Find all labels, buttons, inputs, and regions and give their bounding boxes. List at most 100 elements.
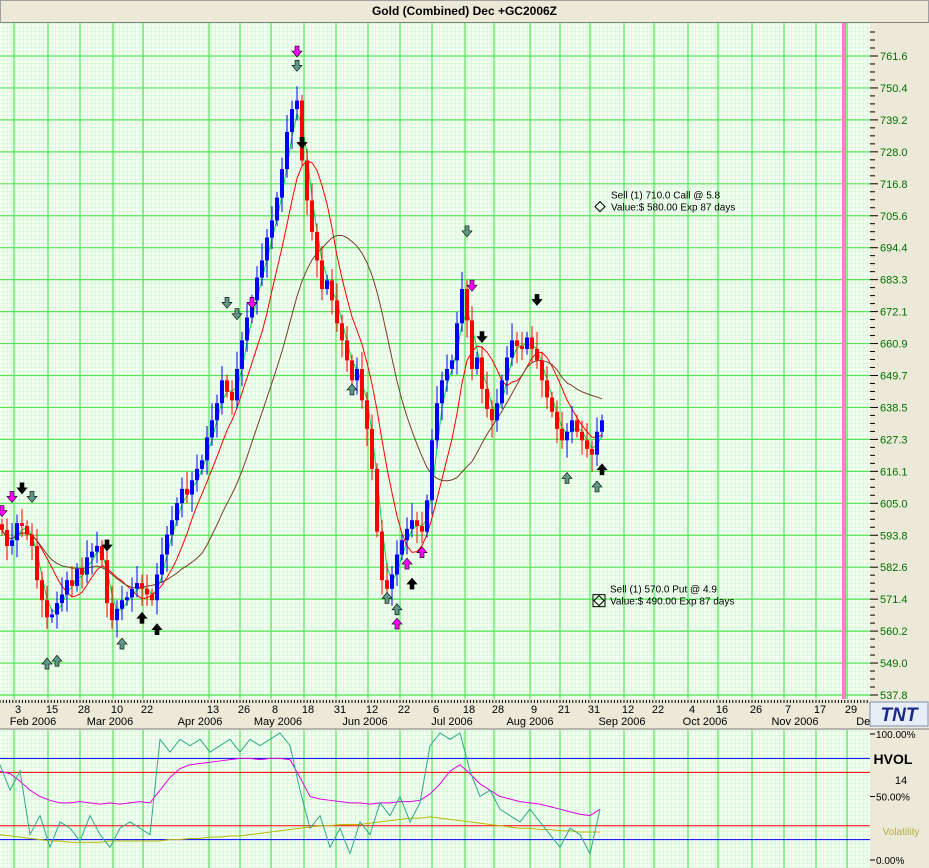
candle-body xyxy=(85,557,89,575)
candle-body xyxy=(300,100,304,161)
candle-body xyxy=(380,531,384,581)
x-day-label: 18 xyxy=(463,704,475,716)
candle-body xyxy=(45,600,49,618)
candle-body xyxy=(170,520,174,535)
x-day-label: 31 xyxy=(588,704,600,716)
candle-body xyxy=(20,523,24,526)
candle-body xyxy=(480,357,484,389)
y-tick-label: 549.0 xyxy=(880,658,908,670)
candle-body xyxy=(435,403,439,441)
candle-body xyxy=(530,337,534,349)
candle-body xyxy=(25,525,29,535)
candle-body xyxy=(600,420,604,432)
annotation-line1: Sell (1) 710.0 Call @ 5.8 xyxy=(611,191,721,202)
candle-body xyxy=(65,580,69,595)
candle-body xyxy=(90,551,94,558)
candle-body xyxy=(275,197,279,221)
candle-body xyxy=(160,554,164,575)
candle-body xyxy=(105,560,109,604)
candle-body xyxy=(400,540,404,555)
candle-body xyxy=(450,360,454,369)
candle-body xyxy=(315,231,319,261)
candle-body xyxy=(80,568,84,575)
y-tick-label: 627.3 xyxy=(880,434,908,446)
candle-body xyxy=(415,520,419,526)
candle-body xyxy=(560,428,564,441)
candle-body xyxy=(495,403,499,421)
candle-body xyxy=(180,488,184,504)
candle-body xyxy=(460,288,464,324)
svg-text:TNT: TNT xyxy=(881,705,919,726)
candle-body xyxy=(155,574,159,601)
candle-body xyxy=(410,520,414,529)
x-day-label: 13 xyxy=(207,704,219,716)
candle-body xyxy=(470,320,474,369)
y-tick-label: 750.4 xyxy=(880,83,908,95)
candle-body xyxy=(360,368,364,401)
candle-body xyxy=(570,420,574,432)
candle-body xyxy=(395,554,399,575)
x-day-label: 26 xyxy=(750,704,762,716)
candle-body xyxy=(270,220,274,238)
candle-body xyxy=(150,594,154,601)
candle-body xyxy=(485,388,489,409)
candle-body xyxy=(235,368,239,401)
candle-body xyxy=(540,360,544,381)
x-day-label: 22 xyxy=(398,704,410,716)
x-month-label: Mar 2006 xyxy=(87,716,133,728)
x-day-label: 12 xyxy=(366,704,378,716)
y-tick-label: 660.9 xyxy=(880,339,908,351)
candle-body xyxy=(200,460,204,469)
x-day-label: 17 xyxy=(814,704,826,716)
candle-body xyxy=(445,368,449,381)
candle-body xyxy=(135,583,139,589)
candle-body xyxy=(310,200,314,232)
candle-body xyxy=(510,340,514,358)
candle-body xyxy=(440,380,444,404)
x-day-label: 4 xyxy=(689,704,695,716)
y-tick-label: 739.2 xyxy=(880,115,908,127)
candle-body xyxy=(550,397,554,412)
candle-body xyxy=(50,614,54,618)
x-month-label: Sep 2006 xyxy=(598,716,645,728)
candle-body xyxy=(205,437,209,461)
candle-body xyxy=(280,169,284,198)
candle-body xyxy=(455,323,459,361)
candle-body xyxy=(420,525,424,532)
candle-body xyxy=(120,600,124,609)
y-tick-label: 582.6 xyxy=(880,562,908,574)
candle-body xyxy=(130,588,134,598)
candle-body xyxy=(505,357,509,381)
candle-body xyxy=(525,337,529,349)
x-day-label: 3 xyxy=(15,704,21,716)
indicator-tick-label: 0.00% xyxy=(876,856,904,867)
x-day-label: 22 xyxy=(141,704,153,716)
y-tick-label: 616.1 xyxy=(880,466,908,478)
candle-body xyxy=(60,594,64,604)
candle-body xyxy=(35,545,39,581)
candle-body xyxy=(175,503,179,521)
candle-body xyxy=(70,580,74,586)
candle-body xyxy=(355,368,359,381)
candle-body xyxy=(520,346,524,349)
x-month-label: Jul 2006 xyxy=(431,716,473,728)
candle-body xyxy=(230,391,234,401)
x-month-label: Feb 2006 xyxy=(10,716,56,728)
candle-body xyxy=(10,540,14,546)
candle-body xyxy=(265,237,269,261)
candle-body xyxy=(210,420,214,438)
candle-body xyxy=(285,131,289,170)
candle-body xyxy=(330,280,334,301)
candle-body xyxy=(335,300,339,324)
tnt-logo: TNT xyxy=(869,701,929,727)
x-day-label: 16 xyxy=(716,704,728,716)
candle-body xyxy=(425,500,429,532)
y-tick-label: 560.2 xyxy=(880,626,908,638)
indicator-tick-label: 100.00% xyxy=(876,730,916,741)
candle-body xyxy=(500,380,504,404)
candle-body xyxy=(0,524,4,530)
candle-body xyxy=(255,277,259,301)
candle-body xyxy=(290,109,294,132)
y-tick-label: 649.7 xyxy=(880,371,908,383)
annotation-line2: Value:$ 580.00 Exp 87 days xyxy=(611,203,735,214)
